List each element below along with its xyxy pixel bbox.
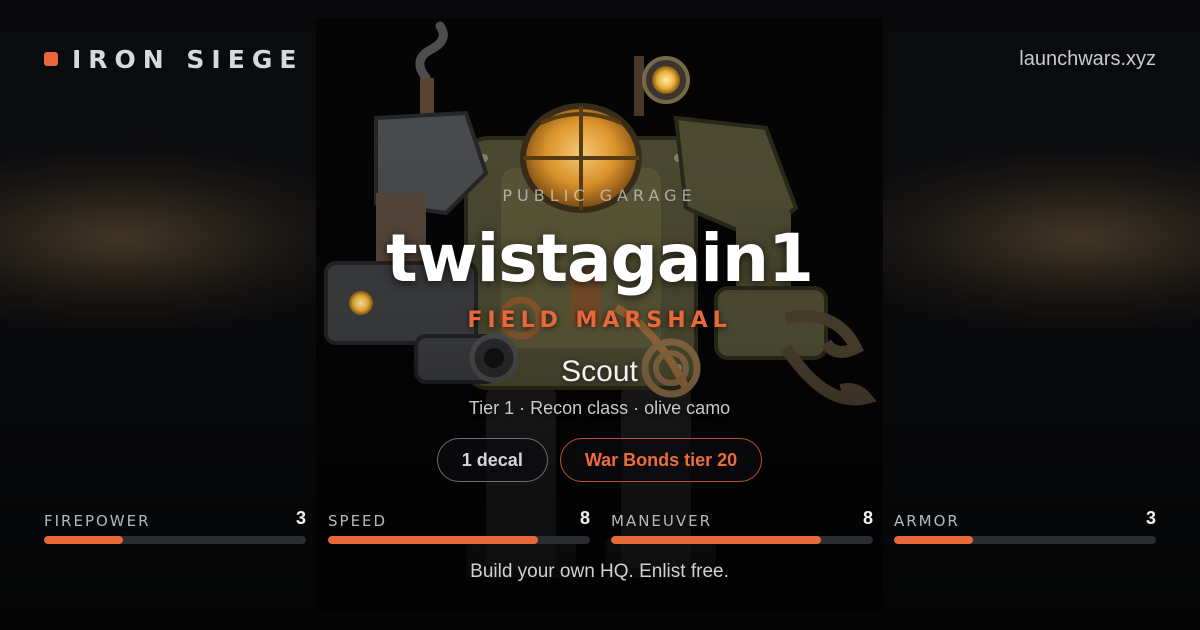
stat-bar-track bbox=[894, 536, 1156, 544]
stat-speed: SPEED 8 bbox=[328, 508, 590, 548]
stat-bar-fill bbox=[328, 536, 538, 544]
stats-row: FIREPOWER 3 SPEED 8 MANEUVER 8 ARMOR 3 bbox=[44, 508, 1156, 548]
stat-bar-fill bbox=[44, 536, 123, 544]
stat-label: SPEED bbox=[328, 512, 388, 530]
stat-value: 8 bbox=[862, 508, 873, 528]
stat-bar-track bbox=[328, 536, 590, 544]
stat-firepower: FIREPOWER 3 bbox=[44, 508, 306, 548]
stat-label: ARMOR bbox=[894, 512, 960, 530]
mech-name: Scout bbox=[561, 355, 638, 388]
stat-value: 3 bbox=[295, 508, 306, 528]
cta-text[interactable]: Build your own HQ. Enlist free. bbox=[316, 561, 883, 583]
stat-armor: ARMOR 3 bbox=[894, 508, 1156, 548]
stat-label: FIREPOWER bbox=[44, 512, 151, 530]
brand-logo[interactable]: IRON SIEGE bbox=[44, 44, 303, 74]
decal-count-badge[interactable]: 1 decal bbox=[436, 438, 548, 482]
brand-dot-icon bbox=[44, 52, 58, 66]
stat-value: 8 bbox=[579, 508, 590, 528]
war-bonds-badge[interactable]: War Bonds tier 20 bbox=[559, 438, 763, 482]
garage-eyebrow: PUBLIC GARAGE bbox=[502, 186, 697, 205]
stat-bar-fill bbox=[894, 536, 973, 544]
stat-bar-fill bbox=[611, 536, 821, 544]
site-url-link[interactable]: launchwars.xyz bbox=[1019, 48, 1156, 71]
stat-label: MANEUVER bbox=[611, 512, 713, 530]
stat-bar-track bbox=[44, 536, 306, 544]
badge-row: 1 decal War Bonds tier 20 bbox=[316, 438, 883, 482]
rank-label: FIELD MARSHAL bbox=[467, 308, 732, 333]
stat-bar-track bbox=[611, 536, 873, 544]
stat-value: 3 bbox=[1145, 508, 1156, 528]
username-title: twistagain1 bbox=[386, 220, 814, 297]
brand-name: IRON SIEGE bbox=[72, 44, 304, 74]
stat-maneuver: MANEUVER 8 bbox=[611, 508, 873, 548]
mech-subtitle: Tier 1 · Recon class · olive camo bbox=[468, 398, 731, 418]
